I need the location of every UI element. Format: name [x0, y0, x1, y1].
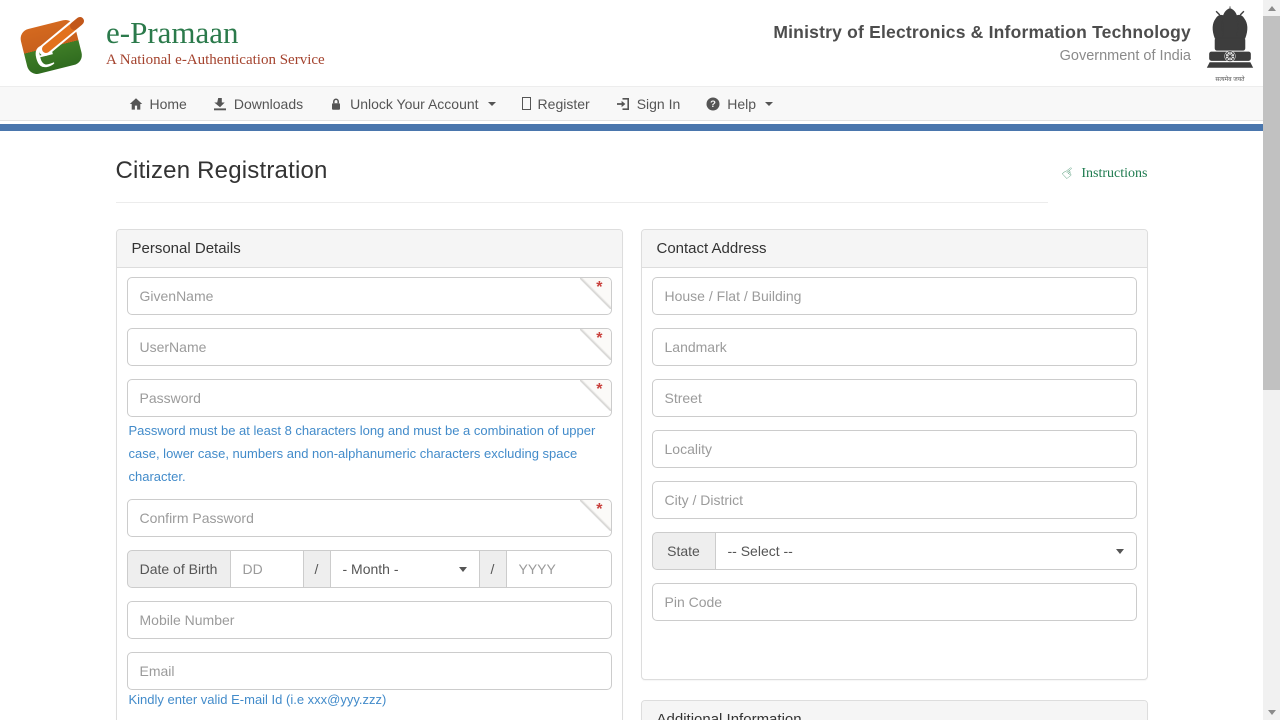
nav-register[interactable]: Register [509, 87, 603, 120]
nav-unlock-account[interactable]: Unlock Your Account [316, 87, 508, 120]
national-emblem-icon [1205, 4, 1255, 76]
state-select-value: -- Select -- [728, 543, 793, 559]
scroll-down-button[interactable] [1263, 704, 1280, 720]
scroll-up-button[interactable] [1263, 0, 1280, 16]
nav-downloads-label: Downloads [234, 96, 303, 112]
ministry-title: Ministry of Electronics & Information Te… [773, 22, 1191, 43]
pin-code-input[interactable] [652, 583, 1137, 621]
email-input[interactable] [127, 652, 612, 690]
locality-input[interactable] [652, 430, 1137, 468]
password-hint: Password must be at least 8 characters l… [129, 420, 612, 488]
scroll-down-icon [1268, 710, 1276, 715]
password-input[interactable] [127, 379, 612, 417]
state-group: State -- Select -- [652, 532, 1137, 570]
nav-unlock-account-label: Unlock Your Account [350, 96, 478, 112]
contact-address-heading: Contact Address [642, 230, 1147, 268]
dob-day-input[interactable] [230, 550, 304, 588]
brand-title: e-Pramaan [106, 17, 325, 50]
epramaan-logo-icon: e [14, 8, 94, 78]
scroll-up-icon [1268, 6, 1276, 11]
chevron-down-icon [488, 102, 496, 106]
state-select[interactable]: -- Select -- [715, 532, 1137, 570]
personal-details-heading: Personal Details [117, 230, 622, 268]
government-of-india-label: Government of India [773, 48, 1191, 64]
national-emblem: सत्यमेव जयते [1205, 4, 1255, 83]
house-input[interactable] [652, 277, 1137, 315]
dob-month-value: - Month - [343, 561, 399, 577]
brand[interactable]: e e-Pramaan A National e-Authentication … [14, 8, 773, 78]
page-title: Citizen Registration [116, 157, 1048, 185]
additional-information-panel: Additional Information [641, 700, 1148, 720]
nav-home[interactable]: Home [116, 87, 200, 120]
dob-separator: / [479, 550, 507, 588]
username-input[interactable] [127, 328, 612, 366]
given-name-input[interactable] [127, 277, 612, 315]
landmark-input[interactable] [652, 328, 1137, 366]
dob-month-select[interactable]: - Month - [330, 550, 480, 588]
street-input[interactable] [652, 379, 1137, 417]
contact-address-panel: Contact Address [641, 229, 1148, 680]
nav-sign-in[interactable]: Sign In [603, 87, 694, 120]
help-icon: ? [706, 97, 720, 111]
main-content: Citizen Registration ☞ Instructions Pers… [116, 157, 1148, 720]
dob-label: Date of Birth [127, 550, 231, 588]
main-nav: Home Downloads Unlock Your Account R [0, 86, 1263, 121]
svg-text:?: ? [710, 99, 716, 110]
vertical-scrollbar[interactable] [1263, 0, 1280, 720]
emblem-caption: सत्यमेव जयते [1205, 77, 1255, 83]
additional-information-heading: Additional Information [642, 701, 1147, 720]
lock-icon [329, 97, 343, 111]
email-hint: Kindly enter valid E-mail Id (i.e xxx@yy… [129, 689, 612, 712]
nav-downloads[interactable]: Downloads [200, 87, 316, 120]
browser-viewport: e e-Pramaan A National e-Authentication … [0, 0, 1280, 720]
nav-register-label: Register [538, 96, 590, 112]
home-icon [129, 97, 143, 111]
chevron-down-icon [765, 102, 773, 106]
instructions-label: Instructions [1081, 166, 1147, 182]
hand-pointer-icon: ☞ [1058, 162, 1080, 185]
download-icon [213, 97, 227, 111]
confirm-password-input[interactable] [127, 499, 612, 537]
accent-bar [0, 124, 1263, 131]
sign-in-icon [616, 97, 630, 111]
state-label: State [652, 532, 716, 570]
city-district-input[interactable] [652, 481, 1137, 519]
nav-help-label: Help [727, 96, 756, 112]
scrollbar-thumb[interactable] [1263, 16, 1280, 390]
instructions-link[interactable]: ☞ Instructions [1062, 164, 1148, 183]
nav-sign-in-label: Sign In [637, 96, 681, 112]
personal-details-panel: Personal Details * * * [116, 229, 623, 720]
dob-separator: / [303, 550, 331, 588]
dob-group: Date of Birth / - Month - / [127, 550, 612, 588]
site-header: e e-Pramaan A National e-Authentication … [0, 0, 1263, 86]
nav-help[interactable]: ? Help [693, 87, 786, 120]
chevron-down-icon [1116, 549, 1124, 554]
mobile-number-input[interactable] [127, 601, 612, 639]
brand-subtitle: A National e-Authentication Service [106, 52, 325, 69]
chevron-down-icon [459, 567, 467, 572]
register-icon [522, 97, 531, 110]
nav-home-label: Home [150, 96, 187, 112]
dob-year-input[interactable] [506, 550, 612, 588]
